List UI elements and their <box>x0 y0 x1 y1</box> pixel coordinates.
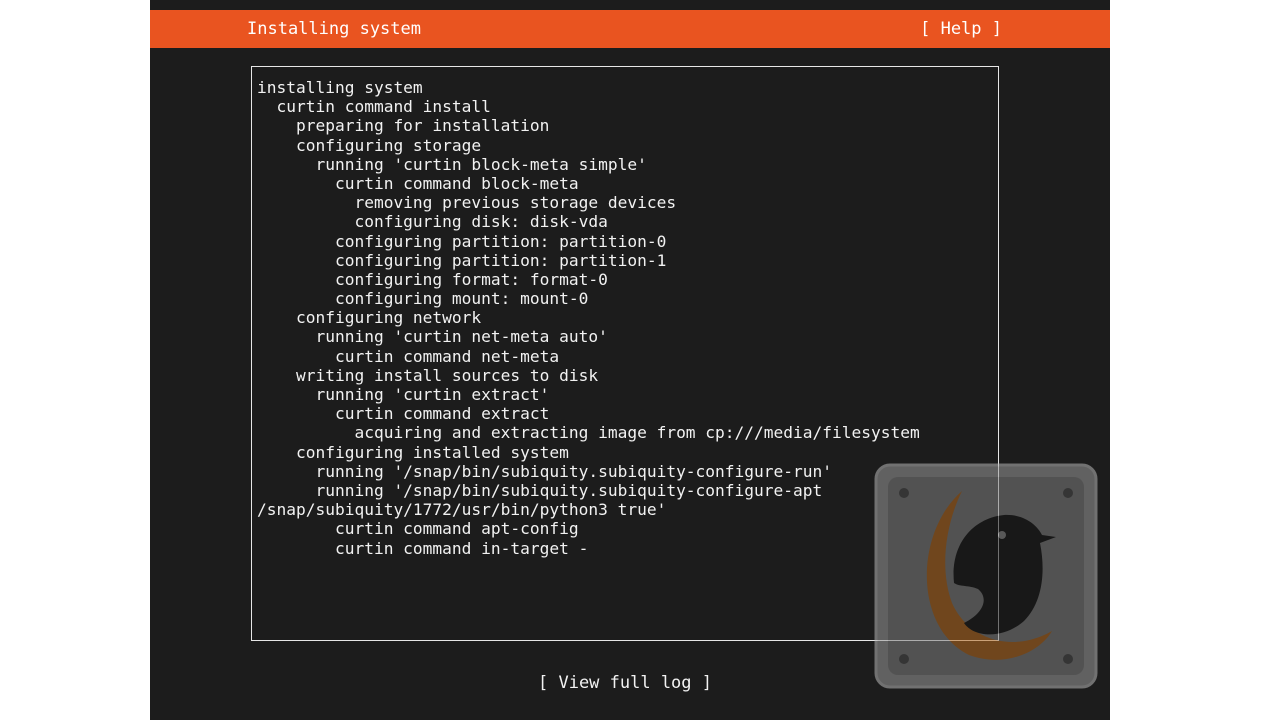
log-line: running 'curtin extract' <box>257 385 550 404</box>
log-line: curtin command apt-config <box>257 519 579 539</box>
header-bar: Installing system [ Help ] <box>150 10 1110 48</box>
log-line: writing install sources to disk <box>257 365 599 385</box>
page-title: Installing system <box>247 19 421 39</box>
log-line: preparing for installation <box>257 116 550 136</box>
log-line: configuring storage <box>257 135 482 155</box>
penguin-logo-icon <box>874 463 1098 689</box>
log-line: configuring format: format-0 <box>257 269 608 289</box>
log-line: configuring disk: disk-vda <box>257 212 608 232</box>
log-line: running 'curtin block-meta simple' <box>257 154 647 174</box>
log-line: /snap/subiquity/1772/usr/bin/python3 tru… <box>257 500 667 520</box>
log-line: configuring partition: partition-0 <box>257 231 667 251</box>
log-line: configuring mount: mount-0 <box>257 289 589 309</box>
log-line: curtin command install <box>257 97 491 117</box>
log-line: running '/snap/bin/subiquity.subiquity-c… <box>257 461 832 481</box>
log-line: curtin command in-target - <box>257 538 589 558</box>
log-line: running 'curtin net-meta auto' <box>257 327 608 347</box>
log-line: removing previous storage devices <box>257 193 677 213</box>
install-log: installing system curtin command install… <box>257 78 920 558</box>
log-line: curtin command net-meta <box>257 346 560 366</box>
help-button[interactable]: [ Help ] <box>920 10 1002 48</box>
log-line: acquiring and extracting image from cp:/… <box>257 423 920 443</box>
log-line: curtin command block-meta <box>257 173 579 193</box>
log-line: configuring installed system <box>257 442 569 462</box>
log-line: curtin command extract <box>257 404 550 424</box>
log-line: configuring partition: partition-1 <box>257 250 667 270</box>
log-line: installing system <box>257 78 423 97</box>
log-line: configuring network <box>257 308 482 328</box>
log-line: running '/snap/bin/subiquity.subiquity-c… <box>257 480 823 500</box>
